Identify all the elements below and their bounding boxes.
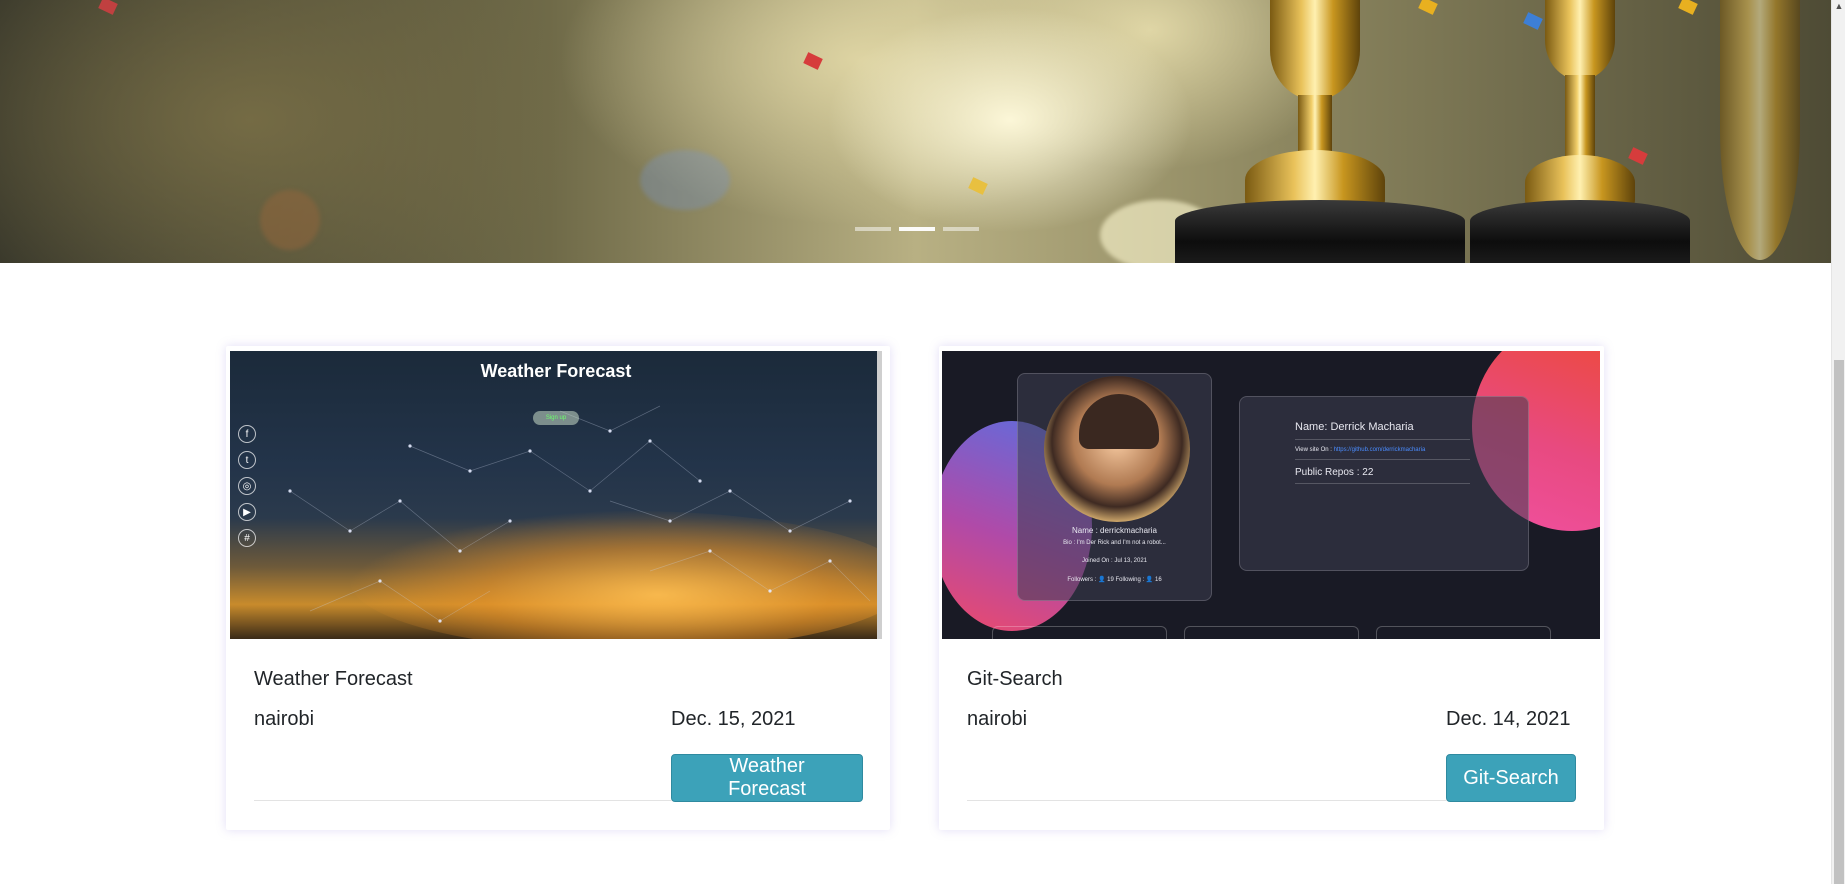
project-card-weather-forecast: Weather Forecast Sign up f t ◎ ▶ # Weath… bbox=[226, 346, 890, 830]
scroll-up-arrow-icon[interactable]: ▲ bbox=[1832, 0, 1845, 14]
project-title: Weather Forecast bbox=[254, 668, 413, 690]
git-repo-card-edge bbox=[1184, 626, 1359, 639]
constellation-lines bbox=[288, 405, 871, 623]
git-info-divider bbox=[1295, 439, 1470, 440]
trophy-base bbox=[1470, 200, 1690, 263]
project-date: Dec. 14, 2021 bbox=[1446, 708, 1571, 730]
hero-carousel bbox=[0, 0, 1831, 263]
view-site-label: View site On : bbox=[1295, 447, 1332, 453]
weather-screenshot-scrollbar bbox=[877, 351, 882, 639]
project-screenshot-git-search: Name : derrickmacharia Bio : I'm Der Ric… bbox=[942, 351, 1600, 639]
git-profile-name: Name : derrickmacharia bbox=[1072, 526, 1157, 535]
card-divider bbox=[254, 800, 672, 801]
confetti bbox=[1523, 12, 1543, 30]
confetti bbox=[968, 177, 988, 195]
weather-screenshot-pill: Sign up bbox=[533, 411, 579, 425]
avatar bbox=[1044, 376, 1190, 522]
git-profile-follow: Followers : 👤 19 Following : 👤 16 bbox=[1067, 577, 1162, 583]
bokeh-light bbox=[640, 150, 730, 210]
youtube-icon: ▶ bbox=[238, 503, 256, 521]
carousel-indicators bbox=[855, 227, 979, 231]
confetti bbox=[1628, 147, 1648, 165]
git-repo-card-edge bbox=[992, 626, 1167, 639]
page-scrollbar[interactable]: ▲ bbox=[1831, 0, 1845, 884]
project-location: nairobi bbox=[967, 708, 1028, 730]
view-site-link: https://github.com/derrickmacharia bbox=[1333, 447, 1426, 453]
trophy-cup bbox=[1270, 0, 1360, 100]
weather-screenshot-heading: Weather Forecast bbox=[480, 361, 632, 381]
git-info-divider bbox=[1295, 459, 1470, 460]
git-info-divider bbox=[1295, 483, 1470, 484]
confetti bbox=[1418, 0, 1438, 15]
carousel-indicator-3[interactable] bbox=[943, 227, 979, 231]
carousel-indicator-1[interactable] bbox=[855, 227, 891, 231]
git-info-repos: Public Repos : 22 bbox=[1295, 467, 1374, 478]
confetti bbox=[1678, 0, 1698, 15]
git-profile-bio: Bio : I'm Der Rick and I'm not a robot..… bbox=[1063, 540, 1166, 546]
weather-forecast-button[interactable]: Weather Forecast bbox=[671, 754, 863, 802]
git-profile-joined: Joined On : Jul 13, 2021 bbox=[1081, 558, 1148, 564]
git-info-card: Name: Derrick Macharia View site On : ht… bbox=[1239, 396, 1529, 571]
git-info-name: Name: Derrick Macharia bbox=[1295, 421, 1414, 433]
scrollbar-thumb[interactable] bbox=[1834, 360, 1844, 884]
slack-icon: # bbox=[238, 529, 256, 547]
facebook-icon: f bbox=[238, 425, 256, 443]
project-location: nairobi bbox=[254, 708, 315, 730]
card-divider bbox=[967, 800, 1447, 801]
project-title: Git-Search bbox=[967, 668, 1063, 690]
project-date: Dec. 15, 2021 bbox=[671, 708, 796, 730]
project-screenshot-weather: Weather Forecast Sign up f t ◎ ▶ # bbox=[230, 351, 882, 639]
git-repo-card-edge bbox=[1376, 626, 1551, 639]
trophy-cup bbox=[1545, 0, 1615, 80]
confetti bbox=[803, 52, 823, 70]
trophy-cup bbox=[1720, 0, 1800, 260]
git-search-button[interactable]: Git-Search bbox=[1446, 754, 1576, 802]
instagram-icon: ◎ bbox=[238, 477, 256, 495]
trophy-base bbox=[1175, 200, 1465, 263]
bokeh-light bbox=[260, 190, 320, 250]
git-info-site-label: View site On : https://github.com/derric… bbox=[1295, 447, 1425, 453]
git-profile-card: Name : derrickmacharia Bio : I'm Der Ric… bbox=[1017, 373, 1212, 601]
twitter-icon: t bbox=[238, 451, 256, 469]
carousel-indicator-2[interactable] bbox=[899, 227, 935, 231]
project-card-git-search: Name : derrickmacharia Bio : I'm Der Ric… bbox=[939, 346, 1604, 830]
confetti bbox=[98, 0, 118, 15]
